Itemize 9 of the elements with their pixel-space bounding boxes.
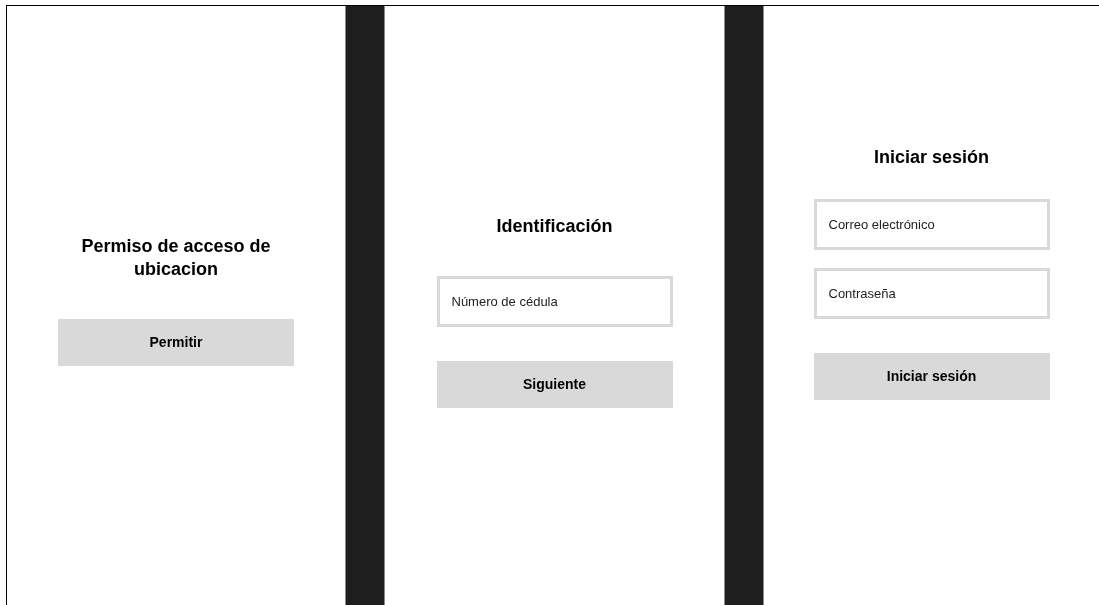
input-field[interactable]: Correo electrónico <box>813 199 1050 250</box>
screen-title: Iniciar sesión <box>872 146 991 169</box>
action-button[interactable]: Siguiente <box>436 361 673 408</box>
screen-title: Permiso de acceso de ubicacion <box>80 235 272 281</box>
screen-title: Identificación <box>495 215 614 238</box>
input-field[interactable]: Número de cédula <box>436 276 673 327</box>
action-button[interactable]: Permitir <box>58 319 294 366</box>
input-field[interactable]: Contraseña <box>813 268 1050 319</box>
action-button[interactable]: Iniciar sesión <box>813 353 1050 400</box>
